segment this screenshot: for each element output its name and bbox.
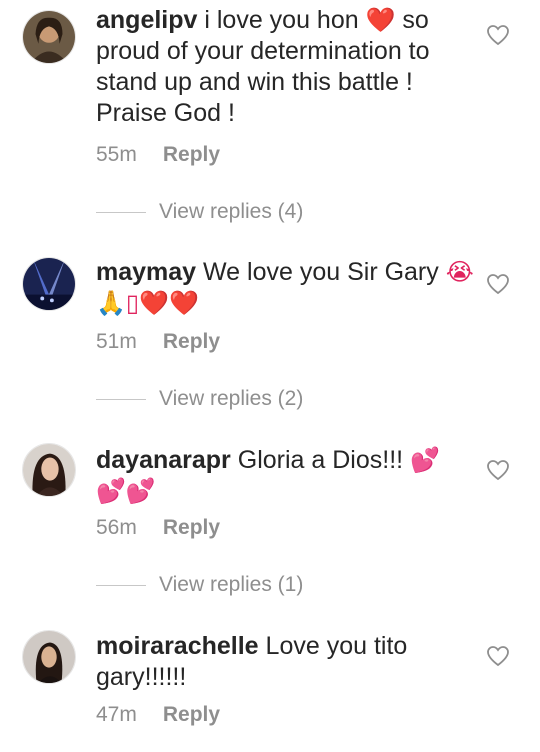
comment-time: 47m bbox=[96, 703, 137, 726]
view-replies-button[interactable]: View replies (2) bbox=[96, 387, 303, 411]
comment-meta: 47m Reply bbox=[96, 703, 220, 727]
comment-message: Gloria a Dios!!! bbox=[237, 446, 411, 474]
like-heart-icon[interactable] bbox=[486, 273, 510, 295]
avatar[interactable] bbox=[22, 257, 76, 311]
reply-button[interactable]: Reply bbox=[163, 703, 220, 726]
comment-message: We love you Sir Gary bbox=[203, 258, 446, 286]
heart-emoji: ❤️ bbox=[365, 6, 396, 34]
avatar[interactable] bbox=[22, 630, 76, 684]
reply-button[interactable]: Reply bbox=[163, 143, 220, 166]
comment-text: dayanarapr Gloria a Dios!!! 💕 💕💕 bbox=[96, 445, 476, 507]
like-heart-icon[interactable] bbox=[486, 645, 510, 667]
comment-time: 55m bbox=[96, 143, 137, 166]
like-heart-icon[interactable] bbox=[486, 24, 510, 46]
view-replies-label[interactable]: View replies (2) bbox=[159, 387, 303, 411]
divider-line bbox=[96, 584, 146, 586]
comment-text: moirarachelle Love you tito gary!!!!!! bbox=[96, 631, 476, 693]
like-heart-icon[interactable] bbox=[486, 459, 510, 481]
divider-line bbox=[96, 398, 146, 400]
comment-meta: 55m Reply bbox=[96, 143, 220, 167]
view-replies-label[interactable]: View replies (4) bbox=[159, 200, 303, 224]
comment-username[interactable]: moirarachelle bbox=[96, 632, 259, 660]
comment-username[interactable]: dayanarapr bbox=[96, 446, 231, 474]
comment-meta: 56m Reply bbox=[96, 516, 220, 540]
view-replies-label[interactable]: View replies (1) bbox=[159, 573, 303, 597]
avatar[interactable] bbox=[22, 10, 76, 64]
view-replies-button[interactable]: View replies (1) bbox=[96, 573, 303, 597]
divider-line bbox=[96, 211, 146, 213]
avatar[interactable] bbox=[22, 443, 76, 497]
comment-text: maymay We love you Sir Gary 😭🙏▯❤️❤️ bbox=[96, 257, 476, 319]
comment-text: angelipv i love you hon ❤️ so proud of y… bbox=[96, 5, 476, 129]
comment-meta: 51m Reply bbox=[96, 330, 220, 354]
view-replies-button[interactable]: View replies (4) bbox=[96, 200, 303, 224]
comment-username[interactable]: angelipv bbox=[96, 6, 197, 34]
reply-button[interactable]: Reply bbox=[163, 330, 220, 353]
comment-message: i love you hon bbox=[204, 6, 366, 34]
comment-time: 51m bbox=[96, 330, 137, 353]
reply-button[interactable]: Reply bbox=[163, 516, 220, 539]
comment-username[interactable]: maymay bbox=[96, 258, 196, 286]
comment-time: 56m bbox=[96, 516, 137, 539]
